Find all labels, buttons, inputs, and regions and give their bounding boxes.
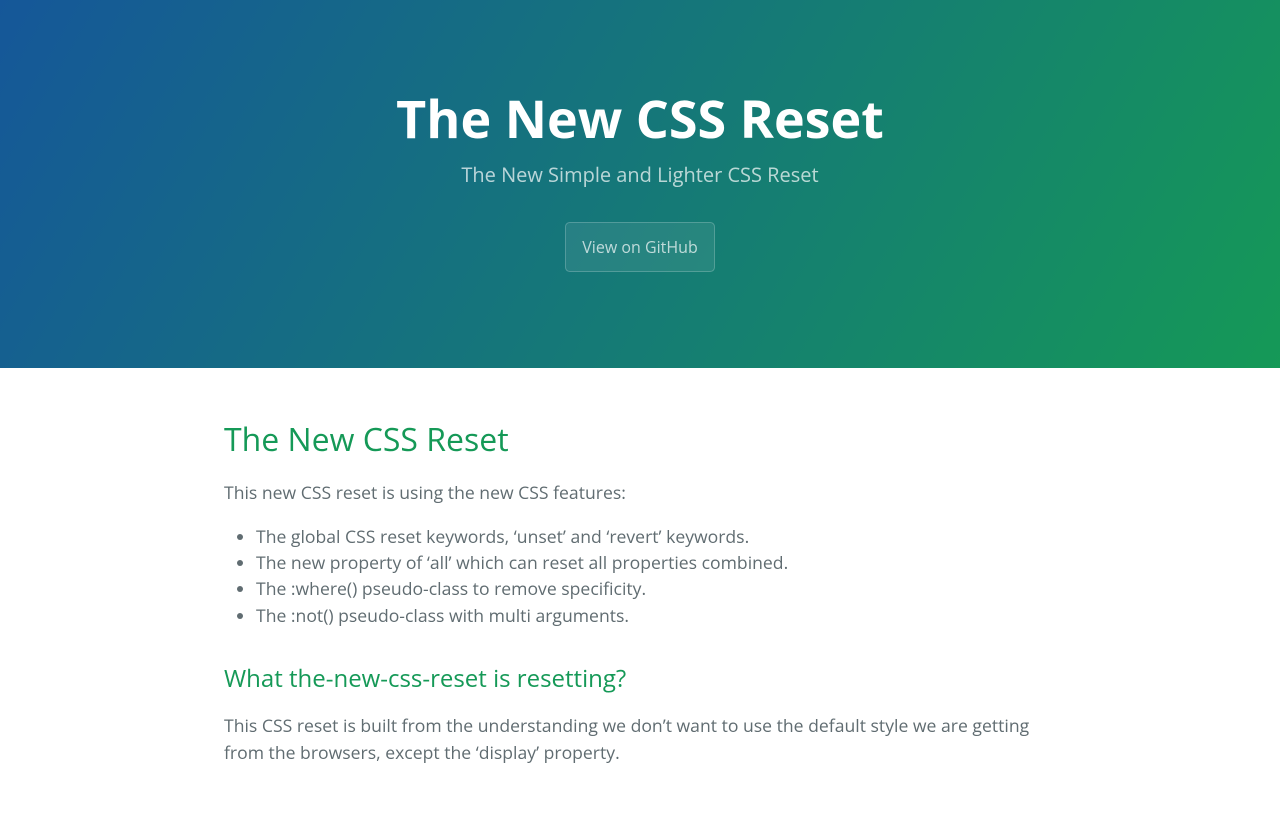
content-heading: The New CSS Reset xyxy=(224,416,1056,464)
project-name: The New CSS Reset xyxy=(96,80,1184,158)
main-content: The New CSS Reset This new CSS reset is … xyxy=(128,368,1152,816)
body-paragraph: This CSS reset is built from the underst… xyxy=(224,713,1056,766)
features-list: The global CSS reset keywords, ‘unset’ a… xyxy=(224,524,1056,630)
project-tagline: The New Simple and Lighter CSS Reset xyxy=(96,160,1184,190)
section-heading: What the-new-css-reset is resetting? xyxy=(224,661,1056,697)
list-item: The global CSS reset keywords, ‘unset’ a… xyxy=(256,524,1056,550)
view-on-github-button[interactable]: View on GitHub xyxy=(565,222,714,272)
list-item: The new property of ‘all’ which can rese… xyxy=(256,550,1056,576)
page-header: The New CSS Reset The New Simple and Lig… xyxy=(0,0,1280,368)
list-item: The :not() pseudo-class with multi argum… xyxy=(256,603,1056,629)
list-item: The :where() pseudo-class to remove spec… xyxy=(256,576,1056,602)
intro-paragraph: This new CSS reset is using the new CSS … xyxy=(224,480,1056,506)
